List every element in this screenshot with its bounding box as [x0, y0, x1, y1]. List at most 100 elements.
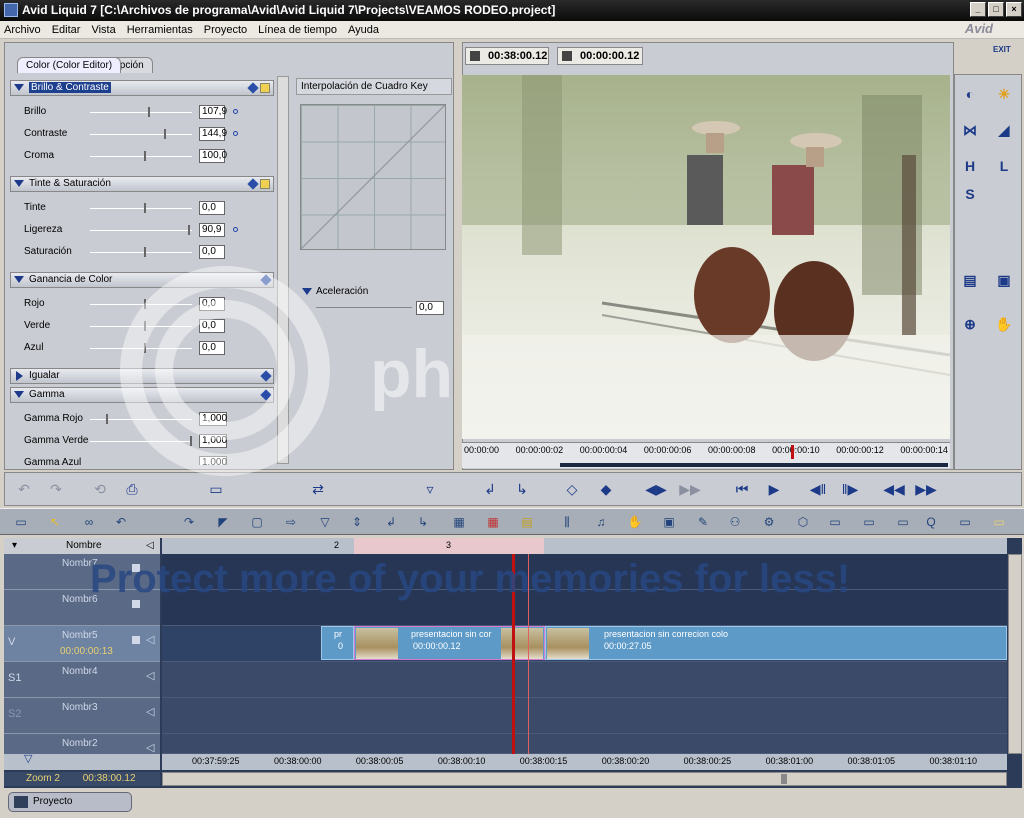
mark-in-icon[interactable]: ↲	[382, 513, 400, 531]
param-value[interactable]: 0,0	[199, 245, 225, 259]
slider-track[interactable]	[90, 252, 192, 253]
interpolation-curve-graph[interactable]	[300, 104, 446, 250]
lock-icon[interactable]: ▭	[826, 513, 844, 531]
saturation-icon[interactable]: S	[961, 185, 979, 203]
marker-icon[interactable]: ▤	[518, 513, 536, 531]
slider-handle[interactable]	[106, 414, 108, 424]
rewind-icon[interactable]: ◀◀	[883, 479, 905, 499]
hue-icon[interactable]: H	[961, 157, 979, 175]
slider-handle[interactable]	[144, 203, 146, 213]
copy-icon[interactable]: ▢	[248, 513, 266, 531]
edit-icon[interactable]: ✎	[694, 513, 712, 531]
keyframe-icon[interactable]	[247, 178, 259, 190]
timeline-vertical-scrollbar[interactable]	[1008, 554, 1022, 754]
track-nombr3[interactable]: S2 Nombr3 ◁	[4, 698, 160, 734]
menu-archivo[interactable]: Archivo	[4, 24, 41, 36]
timeline-bottom-ruler[interactable]: 00:37:59:25 00:38:00:00 00:38:00:05 00:3…	[162, 754, 1007, 770]
hand-icon[interactable]: ✋	[995, 315, 1013, 333]
zoom-slider[interactable]: ▽	[4, 753, 160, 770]
section-brillo-contraste[interactable]: Brillo & Contraste	[10, 80, 274, 96]
speaker-icon[interactable]: ◁	[146, 538, 154, 554]
save-icon[interactable]: ▿	[419, 479, 441, 499]
timecode-position[interactable]: 00:38:00.12	[465, 47, 549, 65]
minimize-button[interactable]: _	[970, 2, 986, 17]
filter-icon[interactable]: ▽	[316, 513, 334, 531]
link-icon[interactable]: ∞	[80, 513, 98, 531]
speaker-icon[interactable]: ◁	[146, 633, 154, 646]
speaker-icon[interactable]: ◁	[146, 669, 154, 682]
viewer-scrub-bar[interactable]	[560, 463, 948, 467]
tab-color-editor[interactable]: Color (Color Editor)	[17, 57, 122, 73]
swap-icon[interactable]: ⇄	[307, 479, 329, 499]
sun-icon[interactable]: ☀	[995, 85, 1013, 103]
slider-track[interactable]	[90, 230, 192, 231]
slider-track[interactable]	[90, 112, 192, 113]
split-icon[interactable]: ⇕	[348, 513, 366, 531]
pointer-icon[interactable]: ↖	[46, 513, 64, 531]
acceleration-slider[interactable]	[316, 307, 412, 308]
audio-icon[interactable]: ♫	[592, 513, 610, 531]
next-frame-icon[interactable]: ‖▶	[839, 479, 861, 499]
color-grid-icon[interactable]: ▦	[484, 513, 502, 531]
keyframe-dot-icon[interactable]	[233, 109, 238, 114]
collapse-icon[interactable]	[302, 288, 312, 295]
mark-in-icon[interactable]: ↲	[479, 479, 501, 499]
window-icon[interactable]: ▭	[956, 513, 974, 531]
enable-icon[interactable]	[260, 83, 270, 93]
slider-handle[interactable]	[188, 225, 190, 235]
slider-handle[interactable]	[164, 129, 166, 139]
speaker-icon[interactable]: ◁	[146, 705, 154, 718]
reset-icon[interactable]: ⟲	[89, 479, 111, 499]
undo-icon[interactable]: ↶	[112, 513, 130, 531]
cube-icon[interactable]: ⬡	[794, 513, 812, 531]
enable-icon[interactable]	[260, 179, 270, 189]
step-back-icon[interactable]: ⏮	[731, 479, 753, 499]
clip[interactable]: pr 0	[321, 626, 354, 660]
menu-editar[interactable]: Editar	[52, 24, 81, 36]
curve-icon[interactable]: ⋈	[961, 121, 979, 139]
section-tinte-saturacion[interactable]: Tinte & Saturación	[10, 176, 274, 192]
grid-icon[interactable]: ▦	[450, 513, 468, 531]
menu-vista[interactable]: Vista	[91, 24, 115, 36]
exit-label[interactable]: EXIT	[993, 45, 1011, 54]
loop-icon[interactable]: ▶▶	[679, 479, 701, 499]
timeline-top-ruler[interactable]: 2 3	[162, 538, 1007, 554]
menu-ayuda[interactable]: Ayuda	[348, 24, 379, 36]
group-icon[interactable]: ⚇	[726, 513, 744, 531]
collapse-icon[interactable]: ▾	[12, 538, 17, 554]
param-value[interactable]: 100,0	[199, 149, 227, 163]
contrast-icon[interactable]: ◐	[961, 85, 979, 103]
timeline-horizontal-scrollbar[interactable]	[162, 772, 1007, 786]
search-icon[interactable]: Q	[922, 513, 940, 531]
slider-track[interactable]	[90, 156, 192, 157]
speaker-icon[interactable]: ◁	[146, 741, 154, 754]
fast-forward-icon[interactable]: ▶▶	[915, 479, 937, 499]
zoom-icon[interactable]: ⊕	[961, 315, 979, 333]
menu-linea-de-tiempo[interactable]: Línea de tiempo	[258, 24, 337, 36]
maximize-button[interactable]: □	[988, 2, 1004, 17]
redo-icon[interactable]: ↷	[45, 479, 67, 499]
menu-proyecto[interactable]: Proyecto	[204, 24, 247, 36]
clip[interactable]: presentacion sin cor 00:00:00.12	[354, 626, 545, 660]
slider-handle[interactable]	[144, 151, 146, 161]
audio-mixer-icon[interactable]: ⫼	[558, 513, 576, 531]
gradient-icon[interactable]: ◢	[995, 121, 1013, 139]
viewer-time-ruler[interactable]: 00:00:00 00:00:00:02 00:00:00:04 00:00:0…	[462, 442, 950, 468]
mark-out-icon[interactable]: ↳	[414, 513, 432, 531]
trim-icon[interactable]: ◤	[214, 513, 232, 531]
track-nombr4[interactable]: S1 Nombr4 ◁	[4, 662, 160, 698]
settings-icon[interactable]: ⚙	[760, 513, 778, 531]
acceleration-value[interactable]: 0,0	[416, 301, 444, 315]
monitor-box[interactable]	[132, 636, 140, 644]
menu-herramientas[interactable]: Herramientas	[127, 24, 193, 36]
export-icon[interactable]: ▭	[894, 513, 912, 531]
keyframe-dot-icon[interactable]	[233, 131, 238, 136]
fit-icon[interactable]: ▣	[995, 271, 1013, 289]
prev-frame-icon[interactable]: ◀‖	[807, 479, 829, 499]
keyframe-dot-icon[interactable]	[233, 227, 238, 232]
param-value[interactable]: 144,9	[199, 127, 227, 141]
project-button[interactable]: Proyecto	[8, 792, 132, 812]
slider-track[interactable]	[90, 134, 192, 135]
viewer-playhead[interactable]	[791, 445, 794, 459]
redo-icon[interactable]: ↷	[180, 513, 198, 531]
